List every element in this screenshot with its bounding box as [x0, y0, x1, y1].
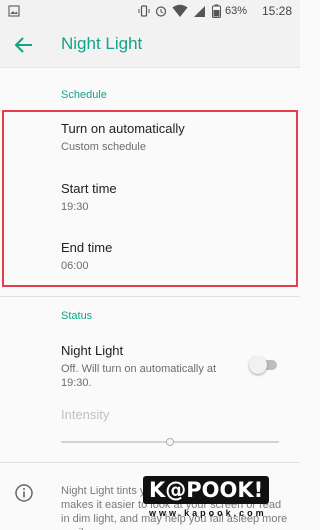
- watermark-logo: K@POOK! www.kapook.com: [143, 476, 293, 526]
- watermark-url: www.kapook.com: [149, 508, 267, 518]
- pref-title: Turn on automatically: [61, 121, 185, 136]
- alarm-icon: [155, 6, 167, 17]
- app-bar: Night Light: [0, 22, 300, 68]
- intensity-label: Intensity: [61, 407, 110, 422]
- pref-summary: Off. Will turn on automatically at 19:30…: [61, 363, 217, 389]
- highlight-box: [2, 110, 298, 287]
- info-icon: [15, 484, 33, 502]
- slider-thumb[interactable]: [166, 438, 174, 446]
- page-title: Night Light: [61, 34, 143, 53]
- pref-title: Start time: [61, 181, 117, 196]
- status-bar: 63% 15:28: [0, 0, 300, 22]
- night-light-toggle[interactable]: [249, 356, 279, 374]
- pref-value: 06:00: [61, 260, 89, 272]
- intensity-slider[interactable]: [61, 436, 279, 448]
- pref-summary: Custom schedule: [61, 141, 146, 153]
- wifi-icon: [172, 4, 188, 17]
- pref-title: End time: [61, 240, 113, 255]
- section-header-schedule: Schedule: [61, 89, 107, 101]
- divider: [0, 296, 300, 297]
- watermark-logo-text: K@POOK!: [143, 476, 270, 504]
- pref-title: Night Light: [61, 343, 124, 358]
- battery-percent: 63%: [225, 5, 248, 17]
- arrow-left-icon[interactable]: [12, 33, 36, 57]
- signal-icon: [194, 6, 205, 17]
- pref-value: 19:30: [61, 201, 89, 213]
- divider: [0, 462, 300, 463]
- toggle-thumb: [249, 356, 267, 374]
- vibrate-icon: [138, 5, 150, 17]
- battery-icon: [212, 4, 221, 18]
- image-icon: [8, 5, 20, 17]
- section-header-status: Status: [61, 310, 93, 322]
- clock: 15:28: [262, 4, 293, 18]
